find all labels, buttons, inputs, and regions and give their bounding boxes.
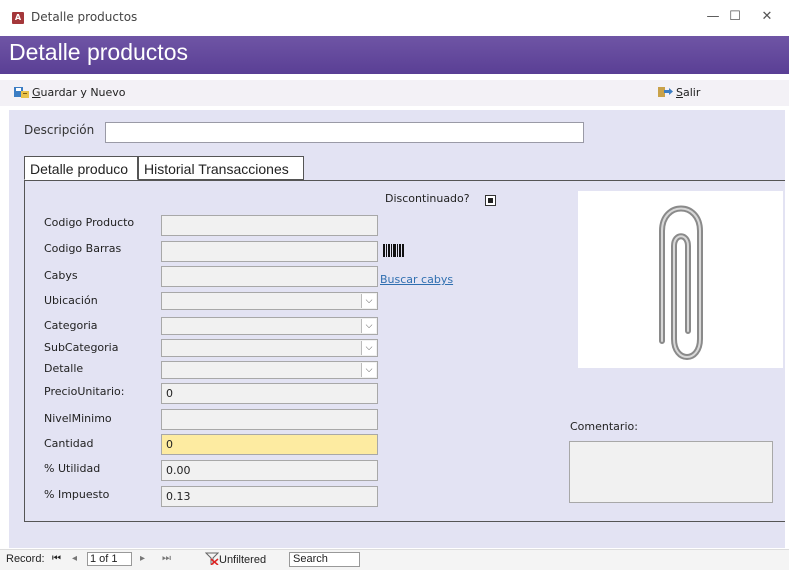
codigo-barras-label: Codigo Barras [44,242,122,255]
save-new-button[interactable]: Guardar y Nuevo [14,86,126,99]
barcode-icon[interactable] [383,244,405,257]
comentario-label: Comentario: [570,420,638,433]
precio-unitario-input[interactable]: 0 [161,383,378,404]
attachment-image[interactable] [578,191,783,368]
ubicacion-select[interactable]: ⌵ [161,292,378,310]
last-record-icon[interactable]: ⏭ [162,553,171,564]
save-new-accel: G [32,86,41,99]
codigo-producto-label: Codigo Producto [44,216,135,229]
close-icon: ✕ [761,9,773,24]
tab-detalle-producto[interactable]: Detalle produco [24,156,138,180]
close-window-button[interactable]: ✕ [745,4,789,30]
subcategoria-select[interactable]: ⌵ [161,339,378,357]
no-filter-icon [204,552,220,566]
subcategoria-label: SubCategoria [44,341,119,354]
codigo-barras-input[interactable] [161,241,378,262]
exit-label: alir [682,86,701,99]
access-app-icon: A [12,12,24,24]
buscar-cabys-link[interactable]: Buscar cabys [380,273,453,286]
detalle-select[interactable]: ⌵ [161,361,378,379]
ubicacion-label: Ubicación [44,294,98,307]
impuesto-input[interactable]: 0.13 [161,486,378,507]
record-navigation-bar: Record: ⏮ ◂ 1 of 1 ▸ ⏭ Unfiltered Search [0,549,789,570]
discontinuado-checkbox[interactable] [485,195,496,206]
cantidad-input[interactable]: 0 [161,434,378,455]
save-new-icon [14,87,29,98]
filter-toggle[interactable]: Unfiltered [204,552,267,566]
first-record-icon[interactable]: ⏮ [52,553,61,564]
window-title: Detalle productos [31,10,138,24]
next-record-icon[interactable]: ▸ [140,553,145,564]
cantidad-label: Cantidad [44,437,94,450]
exit-icon [658,87,673,97]
chevron-down-icon[interactable]: ⌵ [361,319,376,333]
maximize-icon: ☐ [729,9,741,24]
categoria-label: Categoria [44,319,98,332]
chevron-down-icon[interactable]: ⌵ [361,363,376,377]
record-number-input[interactable]: 1 of 1 [87,552,132,566]
comentario-input[interactable] [569,441,773,503]
form-header-title: Detalle productos [9,39,188,65]
cabys-input[interactable] [161,266,378,287]
filter-label: Unfiltered [219,554,267,566]
utilidad-label: % Utilidad [44,462,101,475]
cabys-label: Cabys [44,269,78,282]
chevron-down-icon[interactable]: ⌵ [361,341,376,355]
nivel-minimo-label: NivelMinimo [44,412,112,425]
nivel-minimo-input[interactable] [161,409,378,430]
tab-historial-transacciones[interactable]: Historial Transacciones [138,156,304,180]
paperclip-icon [659,205,703,360]
descripcion-input[interactable] [105,122,584,143]
utilidad-input[interactable]: 0.00 [161,460,378,481]
categoria-select[interactable]: ⌵ [161,317,378,335]
save-new-label: uardar y Nuevo [40,86,126,99]
codigo-producto-input[interactable] [161,215,378,236]
exit-button[interactable]: Salir [658,86,700,99]
precio-unitario-label: PrecioUnitario: [44,385,125,398]
search-input[interactable]: Search [289,552,360,567]
descripcion-label: Descripción [24,123,95,137]
impuesto-label: % Impuesto [44,488,110,501]
discontinuado-label: Discontinuado? [385,192,470,205]
record-label: Record: [6,553,45,565]
exit-accel: S [676,86,683,99]
chevron-down-icon[interactable]: ⌵ [361,294,376,308]
detalle-label: Detalle [44,362,84,375]
prev-record-icon[interactable]: ◂ [72,553,77,564]
